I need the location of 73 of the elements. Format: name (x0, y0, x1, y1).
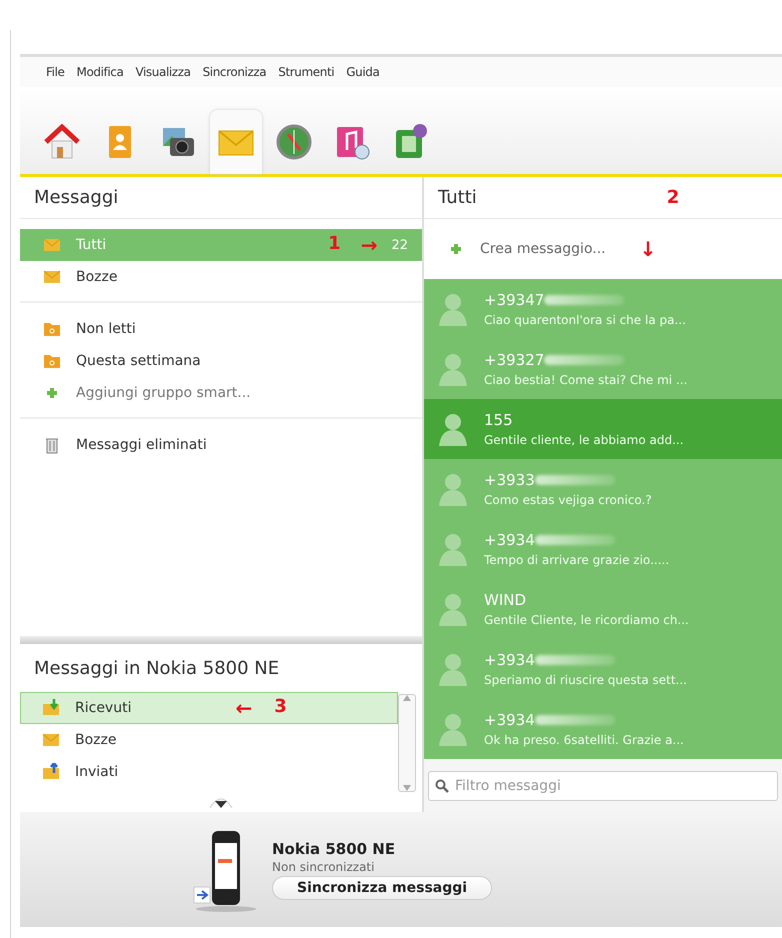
scrollbar[interactable] (398, 694, 416, 792)
annotation-arrow: ↓ (640, 237, 656, 261)
menu-item[interactable]: Guida (346, 65, 380, 79)
device-folder-item[interactable]: Bozze (20, 724, 398, 756)
message-sender: +3934 (484, 651, 535, 669)
message-snippet: Como estas vejiga cronico.? (484, 493, 652, 507)
message-sender: 155 (484, 411, 513, 429)
person-silhouette-icon (438, 352, 468, 386)
folder-label: Messaggi eliminati (76, 437, 207, 453)
panel-title: Tutti (438, 187, 477, 208)
annotation-number: 3 (274, 696, 287, 719)
folder-item[interactable]: Non letti (20, 313, 422, 345)
compass-icon (274, 122, 314, 162)
device-name: Nokia 5800 NE (272, 840, 396, 858)
envelope-icon (42, 236, 62, 254)
folder-label: Bozze (75, 732, 116, 748)
message-snippet: Speriamo di riuscire questa sett... (484, 673, 687, 687)
annotation-number: 2 (666, 187, 680, 208)
message-snippet: Ok ha preso. 6satelliti. Grazie a... (484, 733, 684, 747)
person-silhouette-icon (438, 532, 468, 566)
message-snippet: Gentile cliente, le abbiamo add... (484, 433, 684, 447)
folder-item[interactable]: Messaggi eliminati (20, 429, 422, 461)
message-sender: +39347 (484, 291, 544, 309)
folder-label: Ricevuti (75, 700, 132, 716)
device-folder-item[interactable]: Inviati (20, 756, 398, 788)
folder-label: Inviati (75, 764, 118, 780)
menu-item[interactable]: Modifica (76, 65, 124, 79)
message-sender: +3934 (484, 531, 535, 549)
person-silhouette-icon (438, 412, 468, 446)
filter-field[interactable]: Filtro messaggi (428, 770, 778, 800)
menu-item[interactable]: Visualizza (135, 65, 191, 79)
message-sender: +3933 (484, 471, 535, 489)
sync-status: Non sincronizzati (272, 860, 376, 874)
message-snippet: Ciao quarentonl'ora si che la pa... (484, 313, 686, 327)
folder-icon (42, 352, 62, 370)
folder-item[interactable]: Aggiungi gruppo smart... (20, 377, 422, 409)
sync-button[interactable]: Sincronizza messaggi (272, 876, 492, 900)
annotation-number: 1 (328, 233, 341, 256)
envelope-icon (41, 731, 61, 749)
message-sender: +3934 (484, 711, 535, 729)
envelope-down-arrow-icon (41, 699, 61, 717)
scroll-up-icon[interactable] (403, 695, 411, 701)
message-snippet: Tempo di arrivare grazie zio..... (484, 553, 670, 567)
person-silhouette-icon (438, 592, 468, 626)
folder-label: Non letti (76, 321, 136, 337)
folder-label: Questa settimana (76, 353, 201, 369)
menu-item[interactable]: Sincronizza (202, 65, 266, 79)
menu-item[interactable]: File (46, 65, 64, 79)
person-silhouette-icon (438, 292, 468, 326)
menu-item[interactable]: Strumenti (278, 65, 334, 79)
message-count: 22 (391, 238, 408, 252)
message-snippet: Ciao bestia! Come stai? Che mi ... (484, 373, 688, 387)
folder-label: Aggiungi gruppo smart... (76, 385, 251, 401)
folder-label: Bozze (76, 269, 118, 285)
envelope-icon (42, 268, 62, 286)
scroll-down-icon[interactable] (403, 785, 411, 791)
annotation-arrow: → (360, 233, 378, 257)
folder-label: Tutti (76, 237, 106, 253)
envelope-up-arrow-icon (41, 763, 61, 781)
person-silhouette-icon (438, 472, 468, 506)
folder-item[interactable]: Questa settimana (20, 345, 422, 377)
device-folder-item[interactable]: Ricevuti ← 3 (20, 692, 398, 724)
message-sender: WIND (484, 591, 526, 609)
new-message-button[interactable]: Crea messaggio... ↓ (424, 219, 782, 279)
folder-icon (42, 320, 62, 338)
message-sender: +39327 (484, 351, 544, 369)
folder-item[interactable]: Bozze (20, 261, 422, 293)
panel-title: Messaggi in Nokia 5800 NE (34, 658, 280, 678)
panel-title: Messaggi (34, 187, 118, 208)
annotation-arrow: ← (235, 696, 252, 720)
person-silhouette-icon (438, 652, 468, 686)
message-snippet: Gentile Cliente, le ricordiamo ch... (484, 613, 689, 627)
person-silhouette-icon (438, 712, 468, 746)
